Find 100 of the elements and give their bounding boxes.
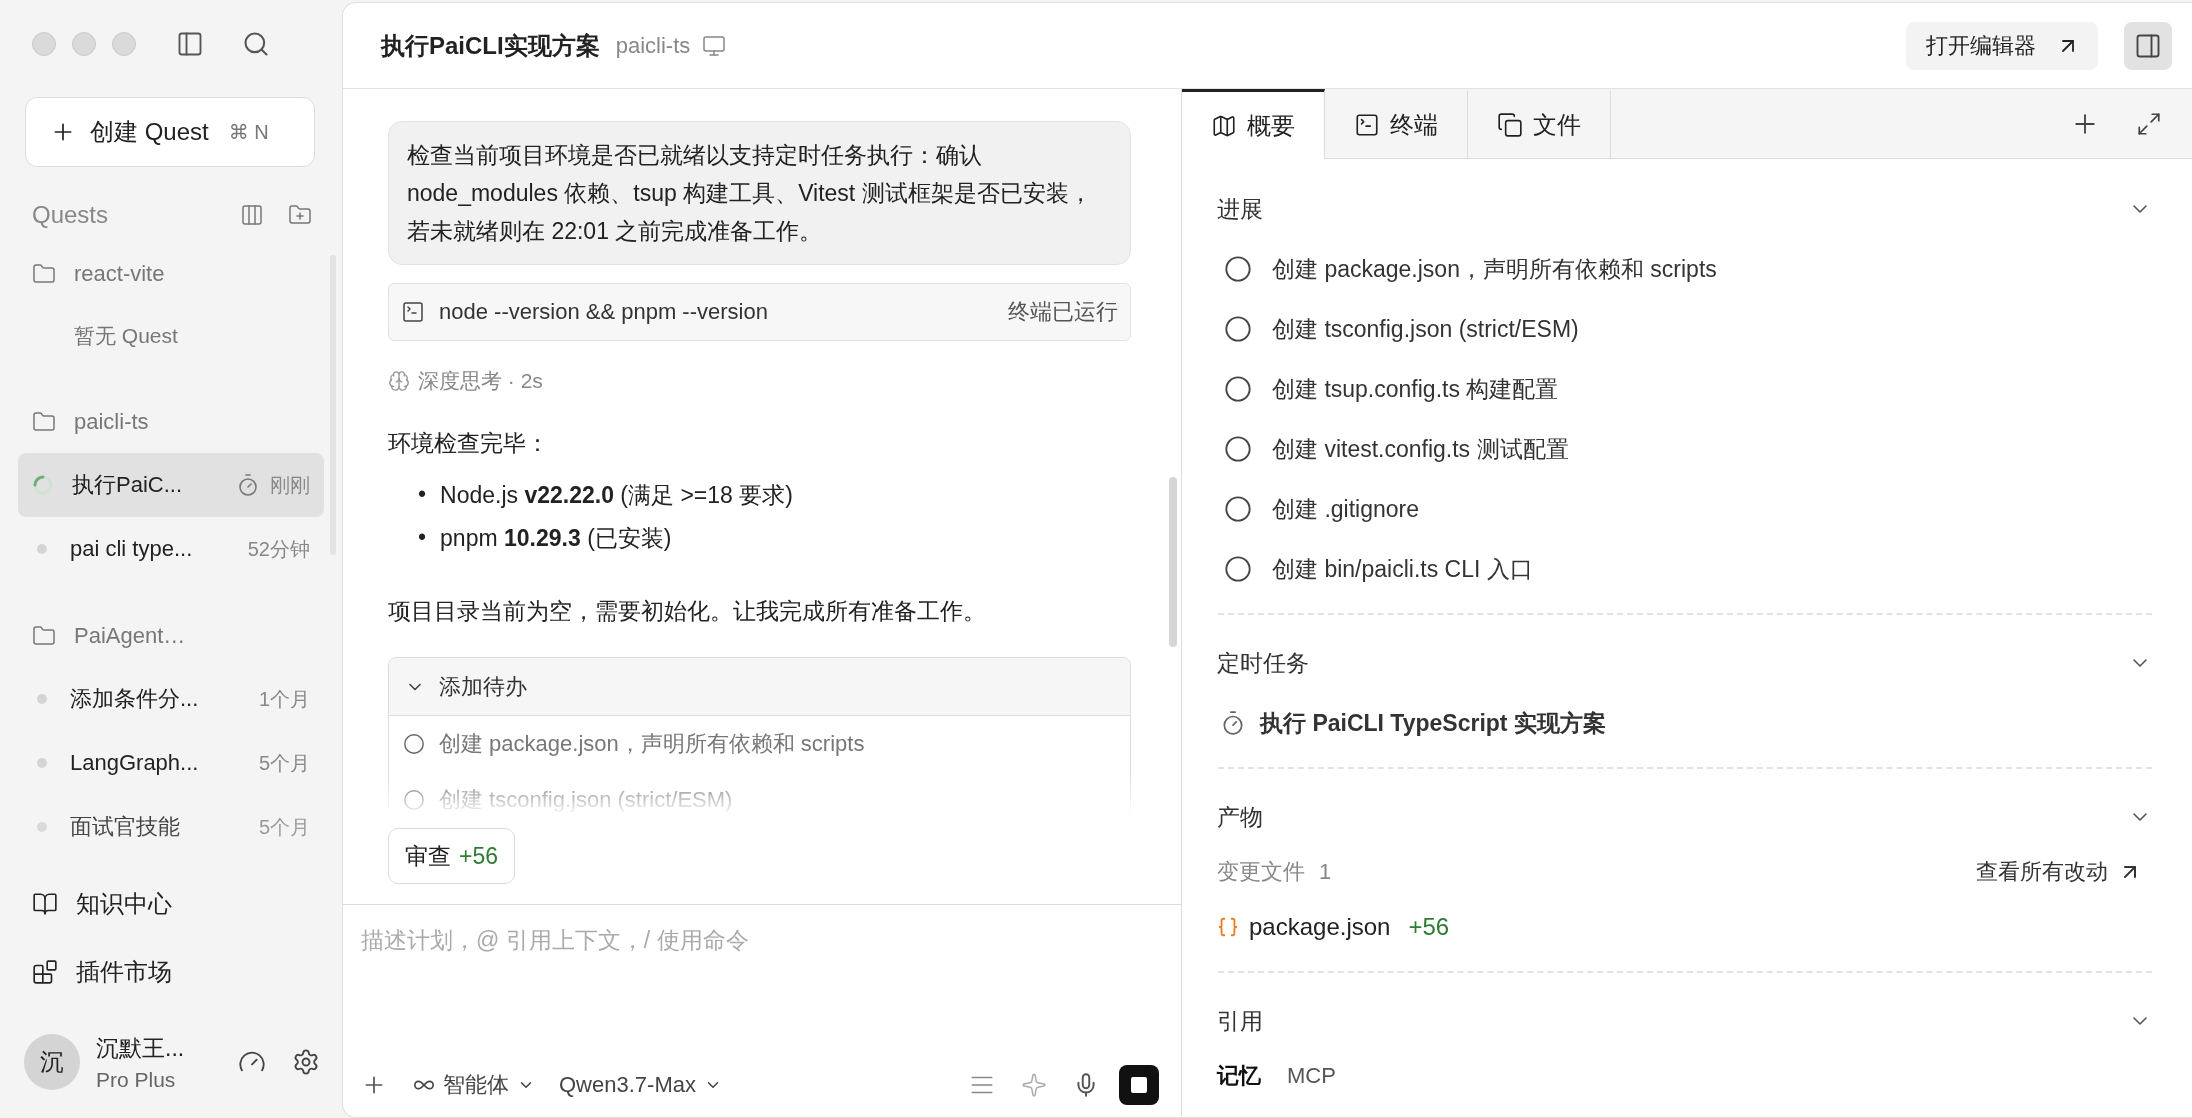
- columns-icon[interactable]: [240, 203, 264, 227]
- empty-circle-icon[interactable]: [1224, 375, 1252, 403]
- model-dropdown[interactable]: Qwen3.7-Max: [553, 1072, 728, 1098]
- timer-icon: [236, 473, 260, 497]
- section-title: 进展: [1217, 194, 1263, 224]
- folder-icon: [32, 410, 56, 434]
- user-avatar[interactable]: 沉: [24, 1034, 80, 1090]
- thinking-label[interactable]: 深度思考 · 2s: [418, 367, 543, 395]
- todo-text: 创建 tsconfig.json (strict/ESM): [439, 786, 733, 814]
- bullet-marker: •: [418, 524, 427, 551]
- file-name: package.json: [1249, 913, 1391, 941]
- project-name: PaiAgent…: [74, 623, 186, 649]
- folder-icon: [32, 624, 56, 648]
- changed-files-label: 变更文件: [1217, 858, 1305, 886]
- terminal-icon: [1354, 112, 1380, 138]
- status-dot: [37, 544, 47, 554]
- bullet-item: Node.js v22.22.0 (满足 >=18 要求): [440, 480, 793, 510]
- new-folder-icon[interactable]: [288, 203, 312, 227]
- empty-circle-icon[interactable]: [1224, 315, 1252, 343]
- expand-icon[interactable]: [2136, 110, 2162, 137]
- progress-item-text: 创建 tsconfig.json (strict/ESM): [1272, 314, 1579, 344]
- loading-spinner-icon: [32, 474, 54, 496]
- shortcut-hint: ⌘ N: [228, 120, 269, 144]
- panel-toggle-button[interactable]: [2124, 21, 2172, 70]
- open-editor-button[interactable]: 打开编辑器: [1906, 21, 2098, 70]
- quest-time: 1个月: [258, 686, 310, 712]
- reference-tab[interactable]: 记忆: [1217, 1061, 1261, 1091]
- empty-circle-icon[interactable]: [403, 733, 425, 755]
- terminal-command-card[interactable]: node --version && pnpm --version 终端已运行: [388, 283, 1131, 341]
- quest-item[interactable]: 面试官技能 5个月: [18, 795, 324, 850]
- quest-item[interactable]: LangGraph... 5个月: [18, 731, 324, 795]
- scheduled-task[interactable]: 执行 PaiCLI TypeScript 实现方案: [1206, 693, 2152, 753]
- window-zoom-dot[interactable]: [112, 32, 136, 56]
- nav-item[interactable]: 插件市场: [0, 938, 342, 1006]
- todo-card-header[interactable]: 添加待办: [389, 658, 1130, 716]
- create-quest-button[interactable]: 创建 Quest ⌘ N: [25, 97, 315, 167]
- status-dot: [37, 822, 47, 832]
- panel-tab[interactable]: 终端: [1325, 89, 1468, 158]
- quest-item[interactable]: 添加条件分... 1个月: [18, 667, 324, 731]
- quest-title: pai cli type...: [70, 536, 193, 562]
- monitor-icon: [702, 33, 727, 58]
- progress-item-text: 创建 package.json，声明所有依赖和 scripts: [1272, 254, 1717, 284]
- brain-icon: [388, 370, 410, 392]
- project-folder[interactable]: react-vite: [18, 243, 324, 305]
- quest-time: 刚刚: [270, 472, 310, 498]
- scheduled-task-title: 执行 PaiCLI TypeScript 实现方案: [1260, 708, 1606, 738]
- reference-tab[interactable]: MCP: [1287, 1063, 1336, 1089]
- user-plan: Pro Plus: [96, 1067, 177, 1092]
- view-all-changes-link[interactable]: 查看所有改动: [1976, 857, 2142, 887]
- book-icon: [32, 891, 58, 917]
- copy-icon: [1497, 112, 1523, 138]
- empty-circle-icon[interactable]: [1224, 435, 1252, 463]
- review-button[interactable]: 审查 +56: [388, 828, 515, 884]
- quest-item[interactable]: 执行PaiC... 刚刚: [18, 453, 324, 517]
- empty-circle-icon[interactable]: [1224, 555, 1252, 583]
- quests-heading: Quests: [32, 201, 109, 229]
- command-status: 终端已运行: [1008, 298, 1118, 326]
- section-title: 产物: [1217, 802, 1263, 832]
- quest-title-heading: 执行PaiCLI实现方案: [381, 30, 600, 61]
- user-message: 检查当前项目环境是否已就绪以支持定时任务执行：确认 node_modules 依赖、tsup 构建工具、Vitest 测试框架是否已安装，若未就绪则在 22:01 之前完成准备工作。: [388, 121, 1131, 265]
- project-folder[interactable]: paicli-ts: [18, 391, 324, 453]
- project-name: react-vite: [74, 261, 165, 287]
- project-folder[interactable]: PaiAgent…: [18, 605, 324, 667]
- bullet-marker: •: [418, 481, 427, 508]
- todo-card-title: 添加待办: [439, 672, 527, 701]
- sidebar-toggle-icon[interactable]: [176, 30, 204, 58]
- nav-item[interactable]: 知识中心: [0, 870, 342, 938]
- reply-text: 项目目录当前为空，需要初始化。让我完成所有准备工作。: [388, 597, 987, 626]
- quest-time: 5个月: [258, 814, 310, 840]
- quest-title: 执行PaiC...: [72, 471, 183, 499]
- window-minimize-dot[interactable]: [72, 32, 96, 56]
- changed-files-count: 1: [1319, 859, 1332, 885]
- empty-state-text: 暂无 Quest: [73, 323, 179, 349]
- folder-icon: [32, 262, 56, 286]
- lines-added: +56: [1408, 913, 1450, 941]
- progress-item-text: 创建 .gitignore: [1272, 494, 1419, 524]
- braces-icon: [1217, 916, 1239, 938]
- progress-item-text: 创建 vitest.config.ts 测试配置: [1272, 434, 1569, 464]
- status-dot: [37, 758, 47, 768]
- window-close-dot[interactable]: [32, 32, 56, 56]
- reply-text: 环境检查完毕：: [388, 429, 550, 458]
- user-name: 沉默王...: [96, 1033, 185, 1063]
- project-label: paicli-ts: [615, 32, 691, 59]
- panel-tab[interactable]: 概要: [1182, 89, 1325, 159]
- changed-file-row[interactable]: package.json +56: [1206, 897, 2152, 957]
- empty-circle-icon[interactable]: [1224, 495, 1252, 523]
- empty-circle-icon[interactable]: [1224, 255, 1252, 283]
- todo-text: 创建 package.json，声明所有依赖和 scripts: [439, 730, 865, 758]
- section-title: 定时任务: [1217, 648, 1309, 678]
- stop-button[interactable]: [1119, 1065, 1159, 1105]
- search-icon[interactable]: [242, 30, 270, 58]
- quest-title: LangGraph...: [70, 750, 199, 776]
- panel-tab[interactable]: 文件: [1468, 89, 1611, 158]
- status-dot: [37, 694, 47, 704]
- progress-item-text: 创建 tsup.config.ts 构建配置: [1272, 374, 1559, 404]
- command-text: node --version && pnpm --version: [439, 299, 768, 325]
- scrollbar-thumb[interactable]: [1169, 477, 1177, 647]
- quest-item[interactable]: pai cli type... 52分钟: [18, 517, 324, 581]
- settings-icon[interactable]: [292, 1048, 320, 1076]
- agent-mode-dropdown[interactable]: 智能体: [407, 1070, 541, 1100]
